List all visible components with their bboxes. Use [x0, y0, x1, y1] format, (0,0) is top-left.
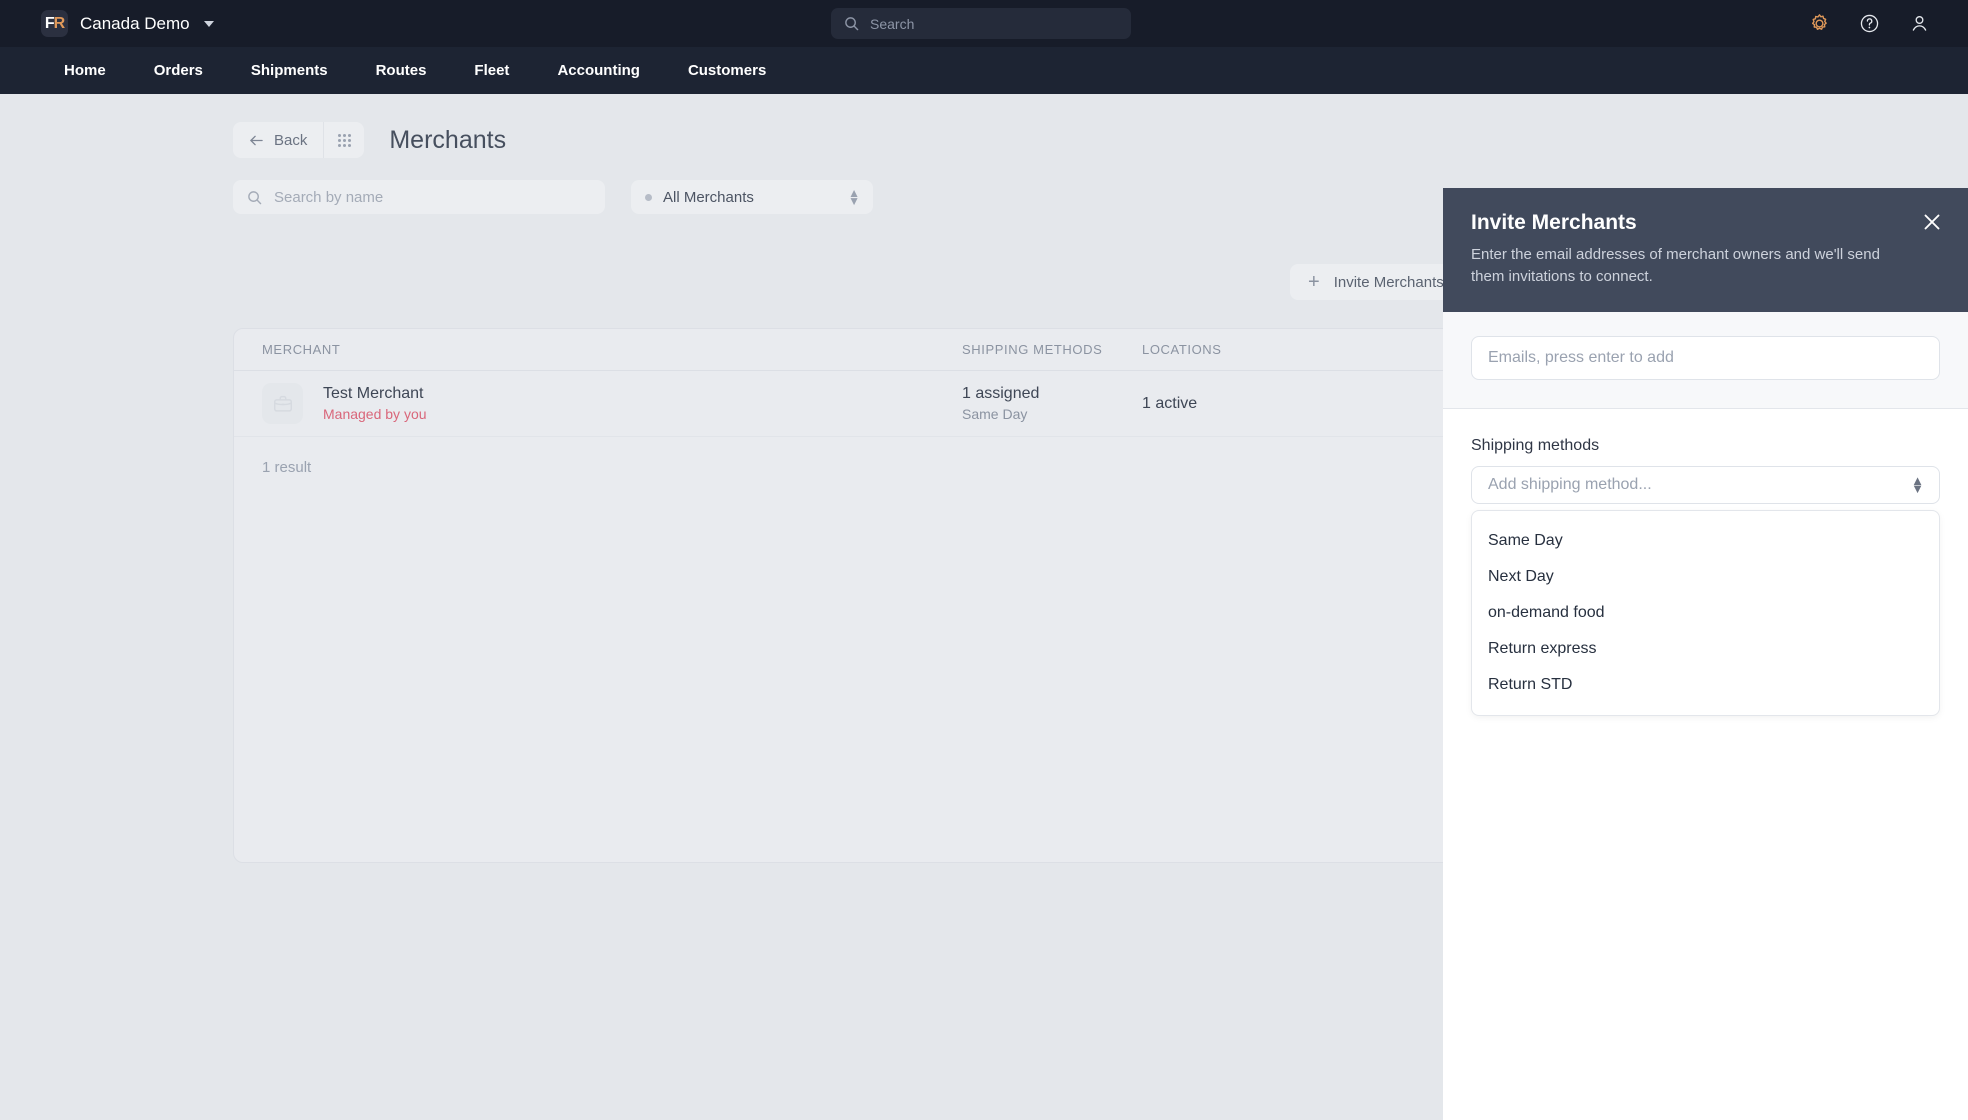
gear-icon[interactable] — [1809, 13, 1830, 34]
shipping-assigned-count: 1 assigned — [962, 385, 1040, 402]
invite-merchants-button[interactable]: + Invite Merchants — [1290, 264, 1462, 300]
merchant-managed-badge: Managed by you — [323, 406, 427, 422]
emails-input[interactable]: Emails, press enter to add — [1471, 335, 1940, 380]
merchant-filter-value: All Merchants — [663, 188, 754, 206]
arrow-left-icon — [250, 135, 263, 145]
nav-item-routes[interactable]: Routes — [352, 47, 451, 94]
column-header-shipping-methods: SHIPPING METHODS — [962, 342, 1103, 357]
shipping-method-name: Same Day — [962, 406, 1028, 422]
shipping-methods-section: Shipping methods Add shipping method... … — [1443, 409, 1968, 716]
back-button-group: Back — [233, 122, 365, 158]
search-icon — [845, 17, 859, 31]
search-icon — [248, 190, 262, 204]
nav-item-fleet[interactable]: Fleet — [450, 47, 533, 94]
column-header-merchant: MERCHANT — [262, 342, 341, 357]
plus-icon: + — [1308, 271, 1320, 293]
panel-header: Invite Merchants Enter the email address… — [1443, 188, 1968, 312]
global-search-placeholder: Search — [870, 15, 915, 32]
status-dot-icon — [645, 193, 652, 201]
merchant-info: Test Merchant Managed by you — [323, 385, 427, 422]
nav-item-customers[interactable]: Customers — [664, 47, 790, 94]
page-content: Back Merchants Search by name All Mercha… — [0, 94, 1968, 1120]
close-button[interactable] — [1922, 212, 1942, 232]
grid-dots-icon — [337, 133, 351, 147]
search-placeholder: Search by name — [274, 188, 384, 206]
chevron-updown-icon: ▲ ▼ — [848, 186, 860, 208]
dropdown-option-same-day[interactable]: Same Day — [1472, 523, 1939, 559]
dropdown-option-return-std[interactable]: Return STD — [1472, 667, 1939, 703]
top-bar-actions — [1809, 0, 1930, 47]
shipping-method-dropdown: Same Day Next Day on-demand food Return … — [1471, 509, 1940, 716]
email-section: Emails, press enter to add — [1443, 311, 1968, 409]
nav-item-orders[interactable]: Orders — [130, 47, 227, 94]
emails-input-placeholder: Emails, press enter to add — [1488, 348, 1674, 366]
app-logo-icon: FR — [41, 10, 68, 37]
merchant-cell: Test Merchant Managed by you — [262, 383, 962, 424]
merchant-filter-select[interactable]: All Merchants ▲ ▼ — [631, 180, 873, 214]
nav-item-home[interactable]: Home — [40, 47, 130, 94]
dropdown-option-on-demand-food[interactable]: on-demand food — [1472, 595, 1939, 631]
invite-merchants-button-label: Invite Merchants — [1333, 273, 1444, 291]
app-grid-button[interactable] — [324, 122, 364, 158]
invite-merchants-panel: Invite Merchants Enter the email address… — [1443, 188, 1968, 1120]
dropdown-option-return-express[interactable]: Return express — [1472, 631, 1939, 667]
close-icon — [1924, 214, 1940, 230]
chevron-down-icon — [203, 20, 214, 27]
dropdown-option-next-day[interactable]: Next Day — [1472, 559, 1939, 595]
shipping-methods-label: Shipping methods — [1471, 436, 1600, 454]
back-button[interactable]: Back — [233, 122, 325, 158]
nav-item-accounting[interactable]: Accounting — [533, 47, 664, 94]
shipping-methods-cell: 1 assigned Same Day — [962, 385, 1142, 422]
help-icon[interactable] — [1859, 13, 1880, 34]
search-input[interactable]: Search by name — [233, 180, 605, 214]
main-navigation: Home Orders Shipments Routes Fleet Accou… — [0, 47, 1968, 94]
top-bar: FR Canada Demo Search — [0, 0, 1968, 47]
panel-description: Enter the email addresses of merchant ow… — [1471, 246, 1880, 285]
back-button-label: Back — [274, 131, 308, 149]
shipping-method-placeholder: Add shipping method... — [1488, 475, 1652, 493]
logo-letter-f: F — [44, 14, 55, 32]
nav-item-shipments[interactable]: Shipments — [227, 47, 352, 94]
logo-letter-r: R — [53, 14, 66, 32]
panel-title: Invite Merchants — [1471, 211, 1637, 234]
page-header: Back Merchants — [0, 94, 1968, 158]
chevron-updown-icon: ▲ ▼ — [1911, 472, 1924, 496]
merchant-name: Test Merchant — [323, 385, 424, 402]
workspace-name: Canada Demo — [80, 13, 190, 33]
shipping-method-select[interactable]: Add shipping method... ▲ ▼ — [1471, 465, 1940, 504]
workspace-switcher[interactable]: FR Canada Demo — [0, 10, 214, 37]
page-title: Merchants — [389, 125, 507, 154]
user-icon[interactable] — [1909, 13, 1930, 34]
global-search-input[interactable]: Search — [831, 8, 1131, 39]
briefcase-icon — [262, 383, 303, 424]
